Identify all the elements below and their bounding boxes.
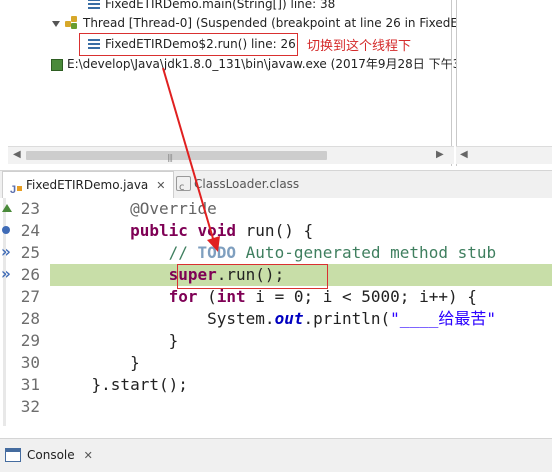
- code-editor[interactable]: 23 @Override 24 public void run() {25 // …: [0, 198, 552, 426]
- code-line[interactable]: 25 // TODO Auto-generated method stub: [0, 242, 552, 264]
- code-line[interactable]: 31 }.start();: [0, 374, 552, 396]
- variables-pane: [456, 0, 552, 166]
- tab-classloader[interactable]: ClassLoader.class: [172, 171, 312, 201]
- editor-tabs: FixedETIRDemo.java ✕ ClassLoader.class: [0, 170, 552, 204]
- class-file-icon: [176, 174, 191, 201]
- line-number: 30: [20, 353, 40, 372]
- scroll-right-icon[interactable]: ▶: [436, 149, 444, 160]
- code-line[interactable]: 27 for (int i = 0; i < 5000; i++) {: [0, 286, 552, 308]
- stack-frame-icon: [86, 0, 102, 12]
- override-marker-icon[interactable]: [0, 201, 13, 217]
- process-label: E:\develop\Java\jdk1.8.0_131\bin\javaw.e…: [67, 57, 461, 71]
- current-statement-highlight: [177, 264, 328, 289]
- instruction-pointer-icon[interactable]: [0, 264, 13, 283]
- code-text: for (int i = 0; i < 5000; i++) {: [168, 287, 477, 306]
- console-icon: [5, 447, 21, 462]
- close-icon[interactable]: ✕: [156, 179, 165, 192]
- code-line[interactable]: 28 System.out.println("____给最苦": [0, 308, 552, 330]
- debug-view: FixedETIRDemo.main(String[]) line: 38 Th…: [0, 0, 552, 168]
- code-text: }.start();: [53, 375, 188, 394]
- annotation-text: 切换到这个线程下: [307, 39, 412, 54]
- frame-label: FixedETIRDemo.main(String[]) line: 38: [105, 0, 336, 11]
- tab-label: FixedETIRDemo.java: [26, 178, 149, 192]
- pane-scrollbar[interactable]: ◀: [456, 146, 552, 164]
- stack-frame-run[interactable]: FixedETIRDemo$2.run() line: 26: [86, 34, 296, 54]
- scroll-left-icon[interactable]: ◀: [13, 149, 21, 160]
- java-file-icon: [9, 177, 22, 204]
- debug-arrow-icon[interactable]: [0, 242, 13, 261]
- line-number: 23: [20, 199, 40, 218]
- code-line[interactable]: 24 public void run() {: [0, 220, 552, 242]
- grip-icon: |||: [167, 153, 173, 162]
- line-number: 27: [20, 287, 40, 306]
- thread-icon: [64, 15, 80, 31]
- thread-node[interactable]: Thread [Thread-0] (Suspended (breakpoint…: [52, 13, 458, 33]
- process-node[interactable]: E:\develop\Java\jdk1.8.0_131\bin\javaw.e…: [48, 54, 460, 74]
- code-text: @Override: [130, 199, 217, 218]
- code-text: public void run() {: [130, 221, 314, 240]
- code-line[interactable]: 29 }: [0, 330, 552, 352]
- line-number: 25: [20, 243, 40, 262]
- thread-label: Thread [Thread-0] (Suspended (breakpoint…: [83, 16, 458, 30]
- stack-frame-main[interactable]: FixedETIRDemo.main(String[]) line: 38: [86, 0, 335, 14]
- line-number: 24: [20, 221, 40, 240]
- code-text: System.out.println("____给最苦": [53, 309, 496, 328]
- scroll-thumb[interactable]: [26, 151, 327, 160]
- tab-label: ClassLoader.class: [194, 177, 300, 191]
- process-icon: [48, 56, 64, 72]
- console-label: Console: [27, 448, 75, 462]
- tab-fixedetirdemo[interactable]: FixedETIRDemo.java ✕: [2, 171, 174, 204]
- debug-tree: FixedETIRDemo.main(String[]) line: 38 Th…: [4, 0, 460, 166]
- scroll-left-icon[interactable]: ◀: [460, 149, 468, 160]
- close-icon[interactable]: ✕: [84, 449, 93, 462]
- collapse-icon[interactable]: [52, 20, 60, 27]
- line-number: 32: [20, 397, 40, 416]
- stack-frame-icon: [86, 35, 102, 52]
- code-text: }: [53, 331, 179, 350]
- code-text: }: [53, 353, 140, 372]
- line-number: 31: [20, 375, 40, 394]
- line-number: 26: [20, 265, 40, 284]
- code-line[interactable]: 30 }: [0, 352, 552, 374]
- tab-console[interactable]: Console ✕: [5, 443, 93, 467]
- line-number: 29: [20, 331, 40, 350]
- code-line[interactable]: 32: [0, 396, 552, 418]
- console-bar: Console ✕: [0, 438, 552, 472]
- horizontal-scrollbar[interactable]: ◀ ||| ▶: [8, 146, 454, 164]
- breakpoint-icon[interactable]: [0, 223, 13, 239]
- frame-label: FixedETIRDemo$2.run() line: 26: [105, 37, 296, 51]
- code-line[interactable]: 23 @Override: [0, 198, 552, 220]
- code-text: // TODO Auto-generated method stub: [168, 243, 497, 262]
- line-number: 28: [20, 309, 40, 328]
